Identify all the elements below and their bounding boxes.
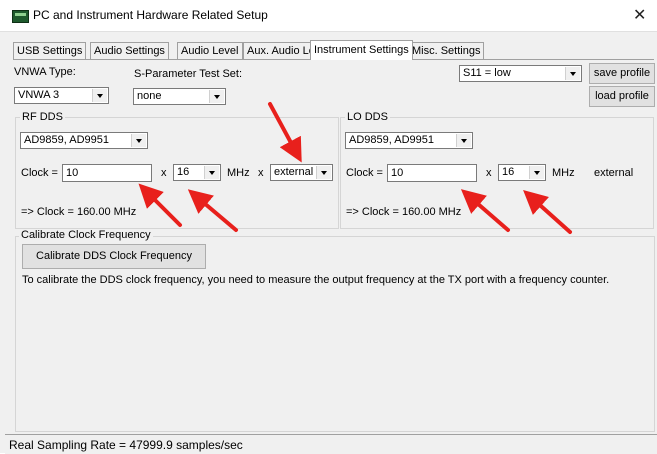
rf-clock-label: Clock =: [21, 167, 58, 179]
lo-multiplier-select[interactable]: 16: [498, 164, 546, 181]
title-bar: PC and Instrument Hardware Related Setup…: [0, 0, 657, 32]
sparam-select[interactable]: none: [133, 88, 226, 105]
chevron-down-icon[interactable]: [131, 134, 146, 147]
lo-dds-title: LO DDS: [345, 111, 390, 123]
window-title: PC and Instrument Hardware Related Setup: [33, 8, 268, 22]
lo-clock-value: 10: [391, 167, 404, 179]
profile-select[interactable]: S11 = low: [459, 65, 582, 82]
setup-window: PC and Instrument Hardware Related Setup…: [0, 0, 657, 454]
lo-mhz-label: MHz: [552, 167, 575, 179]
chevron-down-icon[interactable]: [456, 134, 471, 147]
tab-usb-settings[interactable]: USB Settings: [13, 42, 87, 59]
rf-dds-chip-value: AD9859, AD9951: [24, 134, 110, 146]
rf-dds-chip-select[interactable]: AD9859, AD9951: [20, 132, 148, 149]
rf-clock-result: => Clock = 160.00 MHz: [21, 206, 137, 218]
lo-clock-source-text: external: [594, 167, 634, 179]
lo-clock-input[interactable]: 10: [387, 164, 477, 182]
calibrate-clock-button[interactable]: Calibrate DDS Clock Frequency: [22, 244, 206, 269]
vnwa-type-select[interactable]: VNWA 3: [14, 87, 109, 104]
sparam-label: S-Parameter Test Set:: [134, 68, 243, 80]
rf-multiplier-select[interactable]: 16: [173, 164, 221, 181]
lo-clock-result: => Clock = 160.00 MHz: [346, 206, 462, 218]
lo-dds-chip-value: AD9859, AD9951: [349, 134, 435, 146]
chevron-down-icon[interactable]: [92, 89, 107, 102]
chevron-down-icon[interactable]: [316, 166, 331, 179]
rf-clock-source-value: external: [274, 166, 314, 178]
status-bar: Real Sampling Rate = 47999.9 samples/sec: [5, 434, 657, 454]
vnwa-type-label: VNWA Type:: [14, 66, 76, 78]
lo-times-label: x: [486, 167, 492, 179]
tab-misc-settings[interactable]: Misc. Settings: [408, 42, 485, 59]
tab-audio-settings[interactable]: Audio Settings: [90, 42, 169, 59]
chevron-down-icon[interactable]: [565, 67, 580, 80]
sampling-rate-status: Real Sampling Rate = 47999.9 samples/sec: [9, 438, 243, 452]
save-profile-button[interactable]: save profile: [589, 63, 655, 84]
rf-clock-value: 10: [66, 167, 79, 179]
lo-dds-chip-select[interactable]: AD9859, AD9951: [345, 132, 473, 149]
sparam-value: none: [137, 90, 162, 102]
rf-clock-source-select[interactable]: external: [270, 164, 333, 181]
app-icon: [12, 10, 29, 23]
rf-times-label: x: [161, 167, 167, 179]
calibrate-info-text: To calibrate the DDS clock frequency, yo…: [22, 274, 610, 286]
load-profile-button[interactable]: load profile: [589, 86, 655, 107]
lo-multiplier-value: 16: [502, 166, 515, 178]
tab-audio-level[interactable]: Audio Level: [177, 42, 243, 59]
rf-mhz-label: MHz: [227, 167, 250, 179]
rf-clock-input[interactable]: 10: [62, 164, 152, 182]
tab-instrument-settings[interactable]: Instrument Settings: [310, 40, 413, 60]
rf-times2-label: x: [258, 167, 264, 179]
profile-value: S11 = low: [463, 67, 511, 79]
close-icon[interactable]: ✕: [633, 5, 646, 25]
lo-clock-label: Clock =: [346, 167, 383, 179]
chevron-down-icon[interactable]: [209, 90, 224, 103]
chevron-down-icon[interactable]: [529, 166, 544, 179]
vnwa-type-value: VNWA 3: [18, 89, 60, 101]
rf-dds-title: RF DDS: [20, 111, 65, 123]
rf-multiplier-value: 16: [177, 166, 190, 178]
calibrate-title: Calibrate Clock Frequency: [19, 229, 153, 241]
chevron-down-icon[interactable]: [204, 166, 219, 179]
